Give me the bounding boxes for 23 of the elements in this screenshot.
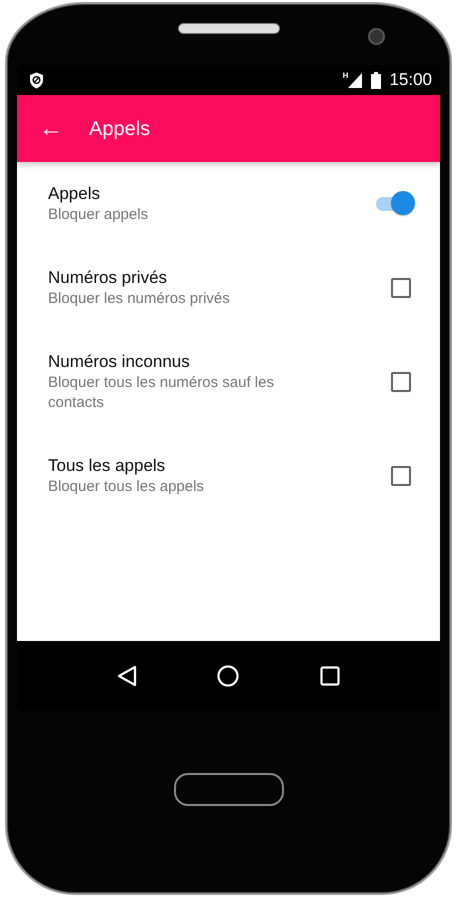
network-type: H — [342, 70, 348, 82]
setting-summary: Bloquer appels — [48, 205, 150, 225]
home-button[interactable] — [174, 772, 284, 806]
status-time: 15:00 — [389, 69, 432, 92]
setting-title: Appels — [48, 183, 101, 205]
recents-icon[interactable] — [320, 666, 340, 686]
shield-icon — [29, 72, 44, 88]
setting-summary: Bloquer les numéros privés — [48, 289, 231, 309]
setting-title: Numéros privés — [48, 267, 168, 289]
setting-title: Numéros inconnus — [48, 351, 191, 373]
camera-lens — [368, 28, 385, 45]
setting-summary: Bloquer tous les numéros sauf les contacts — [48, 373, 275, 413]
setting-summary: Bloquer tous les appels — [48, 477, 205, 497]
checkbox[interactable] — [391, 466, 411, 486]
checkbox[interactable] — [391, 372, 411, 392]
back-button[interactable]: ← — [39, 116, 63, 140]
home-icon[interactable] — [217, 665, 240, 687]
app-bar-title: Appels — [89, 116, 150, 142]
back-icon[interactable] — [117, 665, 138, 687]
battery-icon — [371, 72, 382, 88]
signal-icon — [348, 72, 362, 88]
setting-title: Tous les appels — [48, 455, 166, 477]
checkbox[interactable] — [391, 278, 411, 298]
